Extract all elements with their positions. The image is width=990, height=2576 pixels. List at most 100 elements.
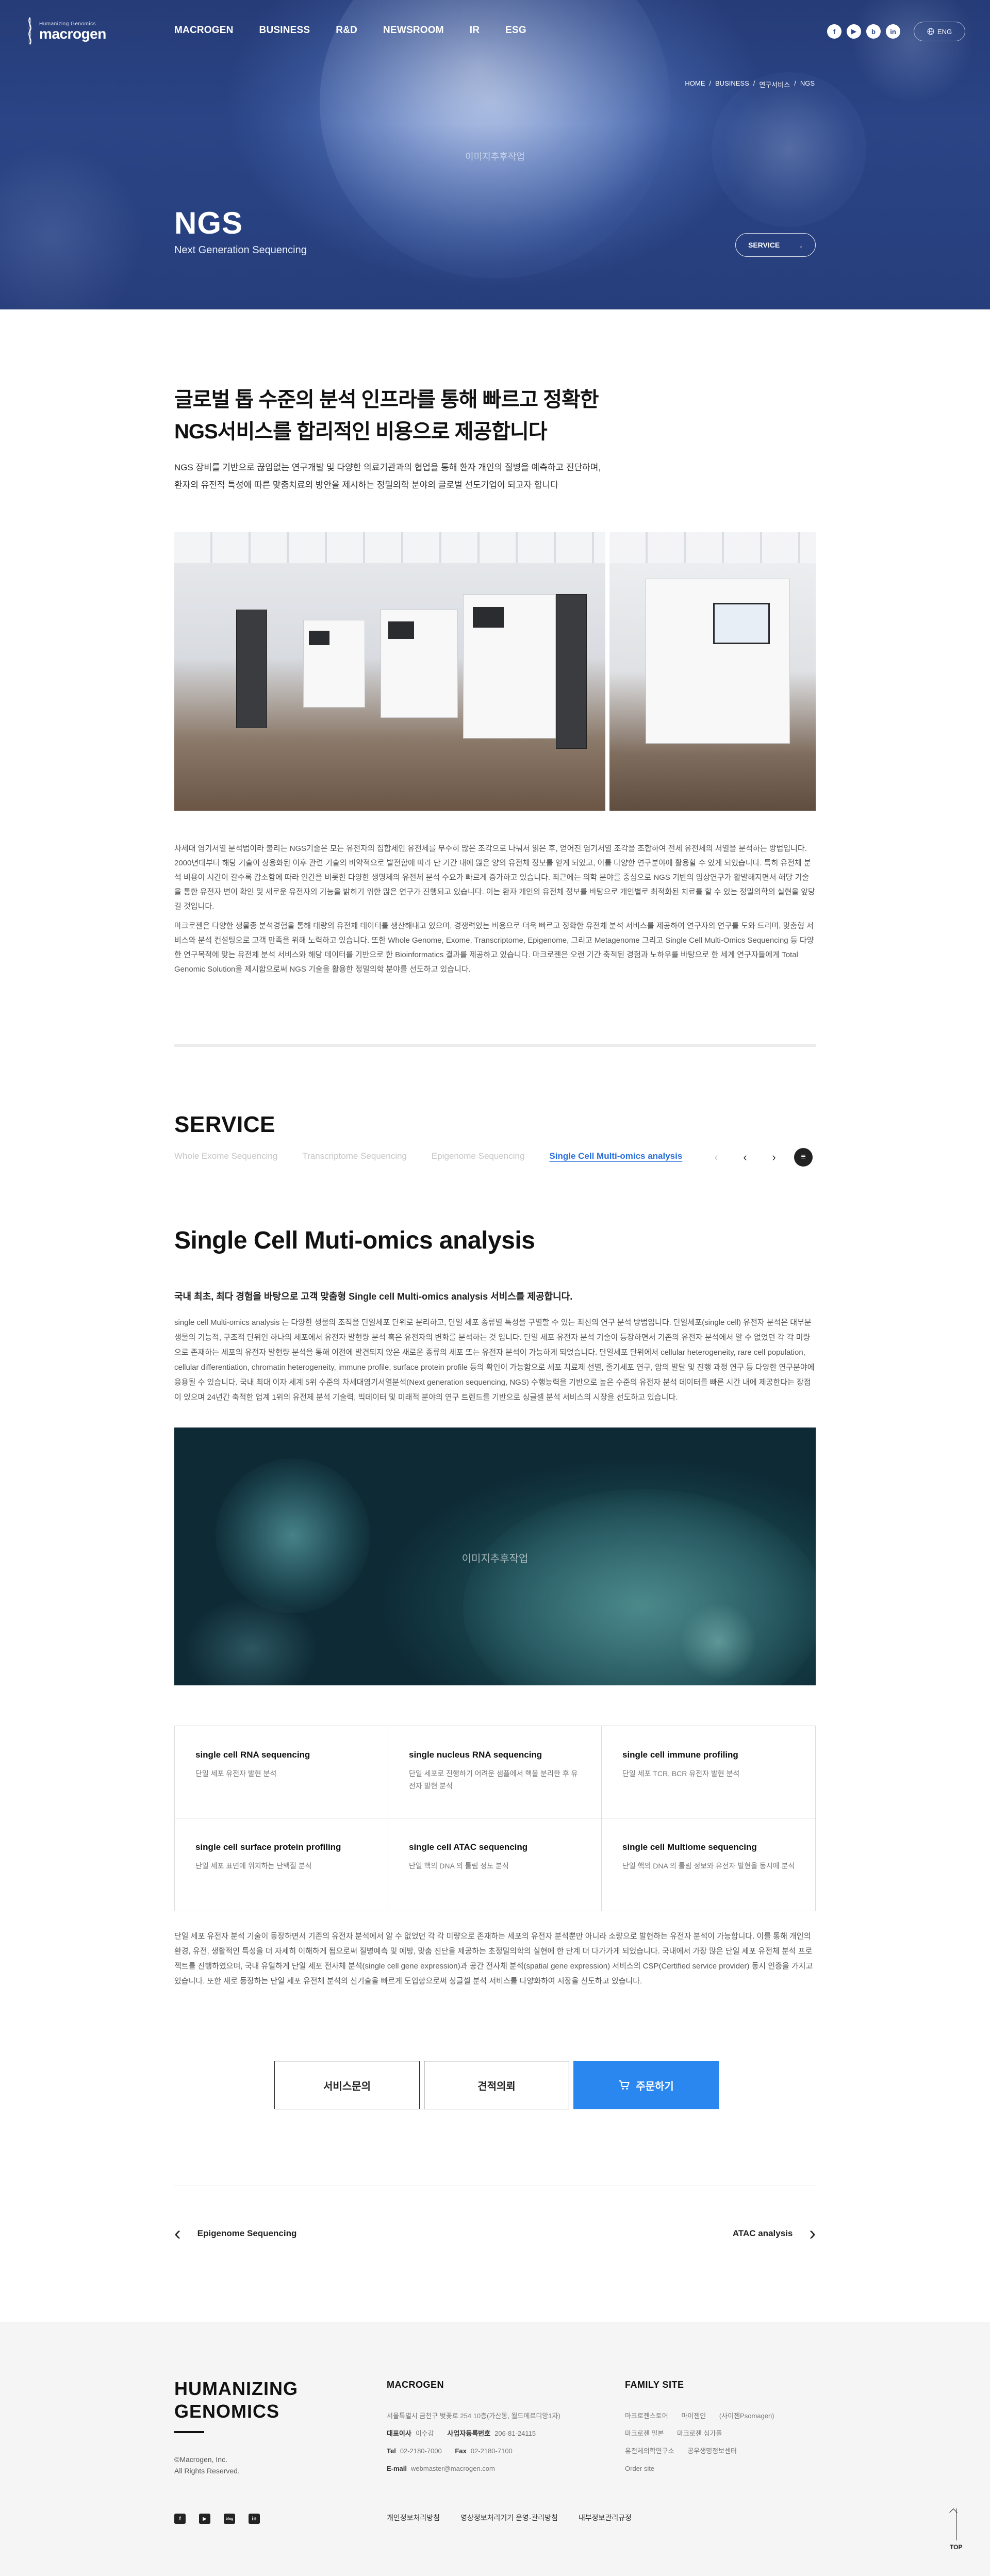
service-tabs: Whole Exome Sequencing Transcriptome Seq… [174,1151,682,1161]
quote-button[interactable]: 견적의뢰 [424,2061,569,2109]
chevron-left-icon: ‹ [174,2223,181,2244]
privacy-policy-link[interactable]: 개인정보처리방침 [387,2513,440,2523]
nav-newsroom[interactable]: NEWSROOM [383,25,444,36]
biz-number-value: 206-81-24115 [494,2430,536,2437]
logo-tagline: Humanizing Genomics [39,21,96,27]
inquiry-button[interactable]: 서비스문의 [274,2061,420,2109]
nav-ir[interactable]: IR [470,25,480,36]
service-item: single cell surface protein profiling 단일… [175,1818,388,1911]
service-item: single cell immune profiling 단일 세포 TCR, … [602,1726,815,1818]
service-item: single nucleus RNA sequencing 단일 세포로 진행하… [388,1726,602,1818]
family-link[interactable]: 공우생명정보센터 [687,2447,737,2455]
single-cell-services-grid: single cell RNA sequencing 단일 세포 유전자 발현 … [174,1726,816,1911]
menu-icon[interactable]: ≡ [794,1148,813,1167]
intro-headline-line2: NGS서비스를 합리적인 비용으로 제공합니다 [174,420,548,443]
family-link[interactable]: 마이젠인 [681,2412,706,2420]
service-item-desc: 단일 세포 TCR, BCR 유전자 발현 분석 [622,1769,740,1778]
intro-headline: 글로벌 톱 수준의 분석 인프라를 통해 빠르고 정확한 NGS서비스를 합리적… [174,384,690,448]
copyright-line2: All Rights Reserved. [174,2467,240,2475]
service-item-desc: 단일 핵의 DNA 의 툴림 정보와 유전자 발현을 동시에 분석 [622,1862,795,1870]
service-item-title: single cell RNA sequencing [195,1750,310,1760]
service-title: SERVICE [174,1112,275,1137]
lab-photo-sequencers [174,532,605,811]
nav-macrogen[interactable]: MACROGEN [174,25,234,36]
section-divider [174,1044,816,1047]
biz-number-label: 사업자등록번호 [447,2430,491,2437]
logo-wordmark: macrogen [39,25,106,42]
main-nav: MACROGEN BUSINESS R&D NEWSROOM IR ESG [174,25,526,36]
ceo-label: 대표이사 [387,2430,411,2437]
page-title: NGS [174,206,243,240]
prev-tab-button[interactable]: ‹ [736,1148,754,1166]
service-item: single cell ATAC sequencing 단일 핵의 DNA 의 … [388,1818,602,1911]
service-item-desc: 단일 세포 표면에 위치하는 단백질 분석 [195,1862,312,1870]
order-button[interactable]: 주문하기 [573,2061,719,2109]
service-item-desc: 단일 세포 유전자 발현 분석 [195,1769,277,1778]
footer-brand-line2: GENOMICS [174,2401,280,2422]
arrow-down-icon: ↓ [799,241,803,249]
service-item-title: single cell Multiome sequencing [622,1842,757,1852]
policy-links: 개인정보처리방침 영상정보처리기기 운영·관리방침 내부정보관리규정 [387,2513,632,2523]
action-buttons: 서비스문의 견적의뢰 주문하기 [274,2061,719,2109]
service-item-desc: 단일 세포로 진행하기 어려운 샘플에서 핵을 분리한 후 유전자 발현 분석 [409,1769,578,1790]
cctv-policy-link[interactable]: 영상정보처리기기 운영·관리방침 [460,2513,558,2523]
tab-epigenome[interactable]: Epigenome Sequencing [432,1151,525,1161]
breadcrumb-business[interactable]: BUSINESS [715,79,749,89]
tab-single-cell[interactable]: Single Cell Multi-omics analysis [549,1151,682,1161]
single-cell-image: 이미지추후작업 [174,1428,816,1685]
facebook-icon[interactable]: f [174,2514,186,2524]
service-item-title: single cell ATAC sequencing [409,1842,528,1852]
prev-page-link[interactable]: ‹ Epigenome Sequencing [174,2224,296,2243]
family-link[interactable]: 마크로젠 일본 [625,2430,664,2437]
fax-label: Fax [455,2447,467,2455]
nav-rnd[interactable]: R&D [336,25,357,36]
tab-controls: ‹ ‹ › ≡ [707,1148,813,1167]
hero-banner: Humanizing Genomics macrogen MACROGEN BU… [0,0,990,309]
service-button[interactable]: SERVICE ↓ [735,233,816,257]
footer-brand: HUMANIZING GENOMICS [174,2377,298,2423]
language-button[interactable]: ENG [914,22,965,41]
footer-brand-line1: HUMANIZING [174,2378,298,2399]
ceo-value: 이수강 [415,2430,434,2437]
linkedin-icon[interactable]: in [249,2514,260,2524]
nav-esg[interactable]: ESG [505,25,526,36]
facebook-icon[interactable]: f [827,24,842,39]
next-page-link[interactable]: ATAC analysis › [733,2224,816,2243]
internal-info-policy-link[interactable]: 내부정보관리규정 [579,2513,632,2523]
youtube-icon[interactable]: ▶ [847,24,861,39]
intro-paragraph-2: 마크로젠은 다양한 생물종 분석경험을 통해 대량의 유전체 데이터를 생산해내… [174,922,814,974]
breadcrumb-home[interactable]: HOME [685,79,705,89]
family-link[interactable]: Order site [625,2465,654,2472]
blog-icon[interactable]: b [866,24,881,39]
next-tab-button[interactable]: › [765,1148,783,1166]
email-value[interactable]: webmaster@macrogen.com [411,2465,495,2472]
quote-button-label: 견적의뢰 [477,2080,516,2092]
intro-lead-line2: 환자의 유전적 특성에 따른 맞춤치료의 방안을 제시하는 정밀의학 분야의 글… [174,480,558,490]
intro-paragraph-1: 차세대 염기서열 분석법이라 불리는 NGS기술은 모든 유전자의 집합체인 유… [174,844,815,911]
tab-transcriptome[interactable]: Transcriptome Sequencing [302,1151,407,1161]
service-item-title: single cell surface protein profiling [195,1842,341,1852]
youtube-icon[interactable]: ▶ [199,2514,210,2524]
footer-brand-bar [174,2431,204,2433]
family-link[interactable]: 마크로젠 싱가폴 [677,2430,722,2437]
breadcrumb-research[interactable]: 연구서비스 [759,79,790,89]
family-link[interactable]: (사이젠Psomagen) [719,2412,774,2420]
blog-icon[interactable]: blog [224,2514,235,2524]
family-link[interactable]: 마크로젠스토어 [625,2412,668,2420]
image-placeholder-text: 이미지추후작업 [465,152,525,162]
intro-headline-line1: 글로벌 톱 수준의 분석 인프라를 통해 빠르고 정확한 [174,388,599,411]
intro-lead: NGS 장비를 기반으로 끊임없는 연구개발 및 다양한 의료기관과의 협업을 … [174,459,690,494]
lab-photos [174,532,816,811]
site-footer: HUMANIZING GENOMICS ©Macrogen, Inc. All … [0,2322,990,2576]
nav-business[interactable]: BUSINESS [259,25,310,36]
logo[interactable]: Humanizing Genomics macrogen [25,17,106,45]
service-item-title: single cell immune profiling [622,1750,738,1760]
tab-whole-exome[interactable]: Whole Exome Sequencing [174,1151,277,1161]
copyright: ©Macrogen, Inc. All Rights Reserved. [174,2454,240,2476]
scroll-top-button[interactable]: TOP [950,2508,962,2551]
single-cell-lead: 국내 최초, 최다 경험을 바탕으로 고객 맞춤형 Single cell Mu… [174,1291,573,1302]
family-link[interactable]: 유전체의학연구소 [625,2447,674,2455]
linkedin-icon[interactable]: in [886,24,900,39]
tel-value: 02-2180-7000 [400,2447,442,2455]
service-item-desc: 단일 핵의 DNA 의 툴림 정도 분석 [409,1862,509,1870]
